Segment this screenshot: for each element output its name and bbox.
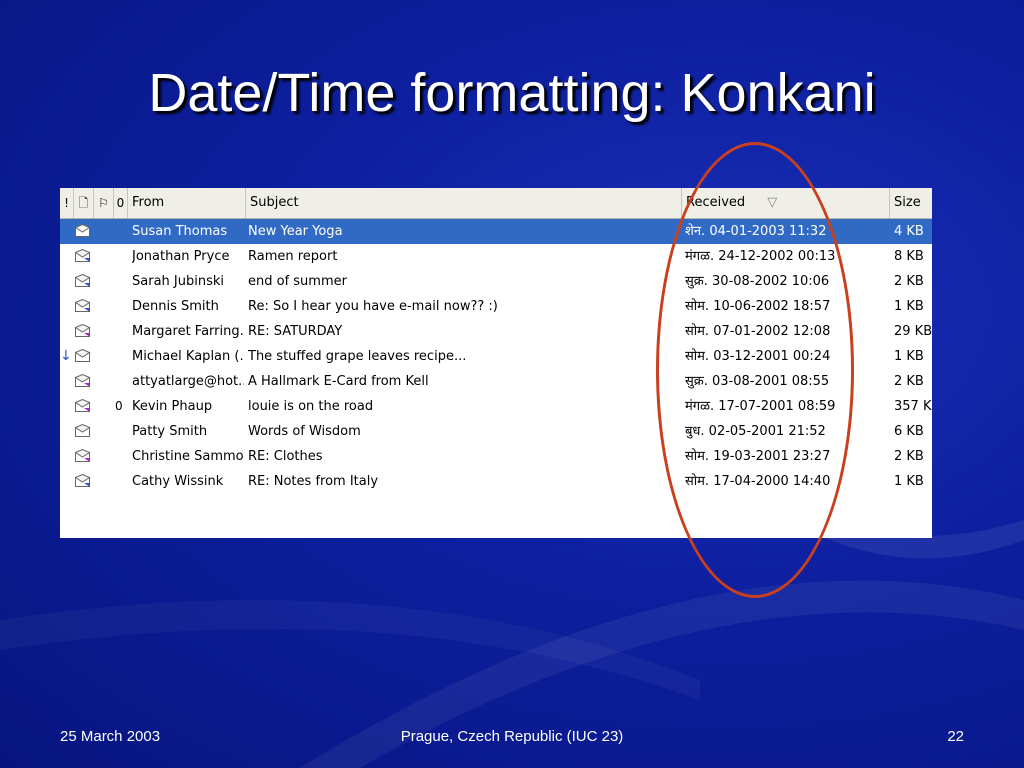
sender-cell: Sarah Jubinski	[132, 274, 224, 289]
low-priority-icon: ↓	[60, 348, 72, 364]
subject-cell: RE: Notes from Italy	[248, 474, 379, 489]
subject-cell: Words of Wisdom	[248, 424, 361, 439]
from-column-header[interactable]: From	[128, 188, 246, 218]
sender-cell: attyatlarge@hot...	[132, 374, 244, 389]
read-envelope-icon	[75, 349, 91, 362]
forwarded-envelope-icon	[75, 449, 91, 462]
size-cell: 6 KB	[894, 424, 924, 439]
document-icon: 🗋	[78, 196, 89, 210]
sender-cell: Susan Thomas	[132, 224, 228, 239]
subject-cell: RE: SATURDAY	[248, 324, 343, 339]
importance-column-header[interactable]: !	[60, 188, 74, 218]
subject-cell: RE: Clothes	[248, 449, 323, 464]
paperclip-icon: 0	[116, 196, 125, 210]
size-cell: 2 KB	[894, 274, 924, 289]
subject-cell: New Year Yoga	[248, 224, 343, 239]
replied-envelope-icon	[75, 299, 91, 312]
size-cell: 8 KB	[894, 249, 924, 264]
attachment-column-header[interactable]: 0	[114, 188, 128, 218]
size-cell: 29 KB	[894, 324, 932, 339]
subject-column-header[interactable]: Subject	[246, 188, 682, 218]
forwarded-envelope-icon	[75, 324, 91, 337]
subject-cell: A Hallmark E-Card from Kell	[248, 374, 429, 389]
slide-number: 22	[947, 728, 964, 745]
subject-cell: Ramen report	[248, 249, 338, 264]
paperclip-icon: 0	[115, 399, 123, 413]
size-cell: 1 KB	[894, 299, 924, 314]
forwarded-envelope-icon	[75, 399, 91, 412]
replied-envelope-icon	[75, 249, 91, 262]
sender-cell: Jonathan Pryce	[132, 249, 230, 264]
read-envelope-icon	[75, 224, 91, 237]
flag-icon: ⚐	[98, 196, 109, 210]
sender-cell: Michael Kaplan (...	[132, 349, 244, 364]
forwarded-envelope-icon	[75, 374, 91, 387]
slide-title: Date/Time formatting: Konkani	[148, 63, 876, 123]
size-cell: 1 KB	[894, 349, 924, 364]
subject-cell: louie is on the road	[248, 399, 374, 414]
type-column-header[interactable]: 🗋	[74, 188, 94, 218]
sender-cell: Cathy Wissink	[132, 474, 224, 489]
sender-cell: Dennis Smith	[132, 299, 219, 314]
size-cell: 2 KB	[894, 374, 924, 389]
size-cell: 2 KB	[894, 449, 924, 464]
subject-cell: end of summer	[248, 274, 347, 289]
footer-date: 25 March 2003	[60, 728, 161, 745]
size-cell: 357 KB	[894, 399, 932, 414]
replied-envelope-icon	[75, 274, 91, 287]
read-envelope-icon	[75, 424, 91, 437]
replied-envelope-icon	[75, 474, 91, 487]
sender-cell: Kevin Phaup	[132, 399, 213, 414]
highlight-oval	[656, 142, 854, 598]
flag-column-header[interactable]: ⚐	[94, 188, 114, 218]
sender-cell: Christine Sammons	[132, 449, 244, 464]
subject-cell: Re: So I hear you have e-mail now?? :)	[248, 299, 498, 314]
sender-cell: Margaret Farring...	[132, 324, 244, 339]
size-cell: 1 KB	[894, 474, 924, 489]
size-column-header[interactable]: Size	[890, 188, 932, 218]
size-cell: 4 KB	[894, 224, 924, 239]
sender-cell: Patty Smith	[132, 424, 208, 439]
subject-cell: The stuffed grape leaves recipe...	[248, 349, 467, 364]
